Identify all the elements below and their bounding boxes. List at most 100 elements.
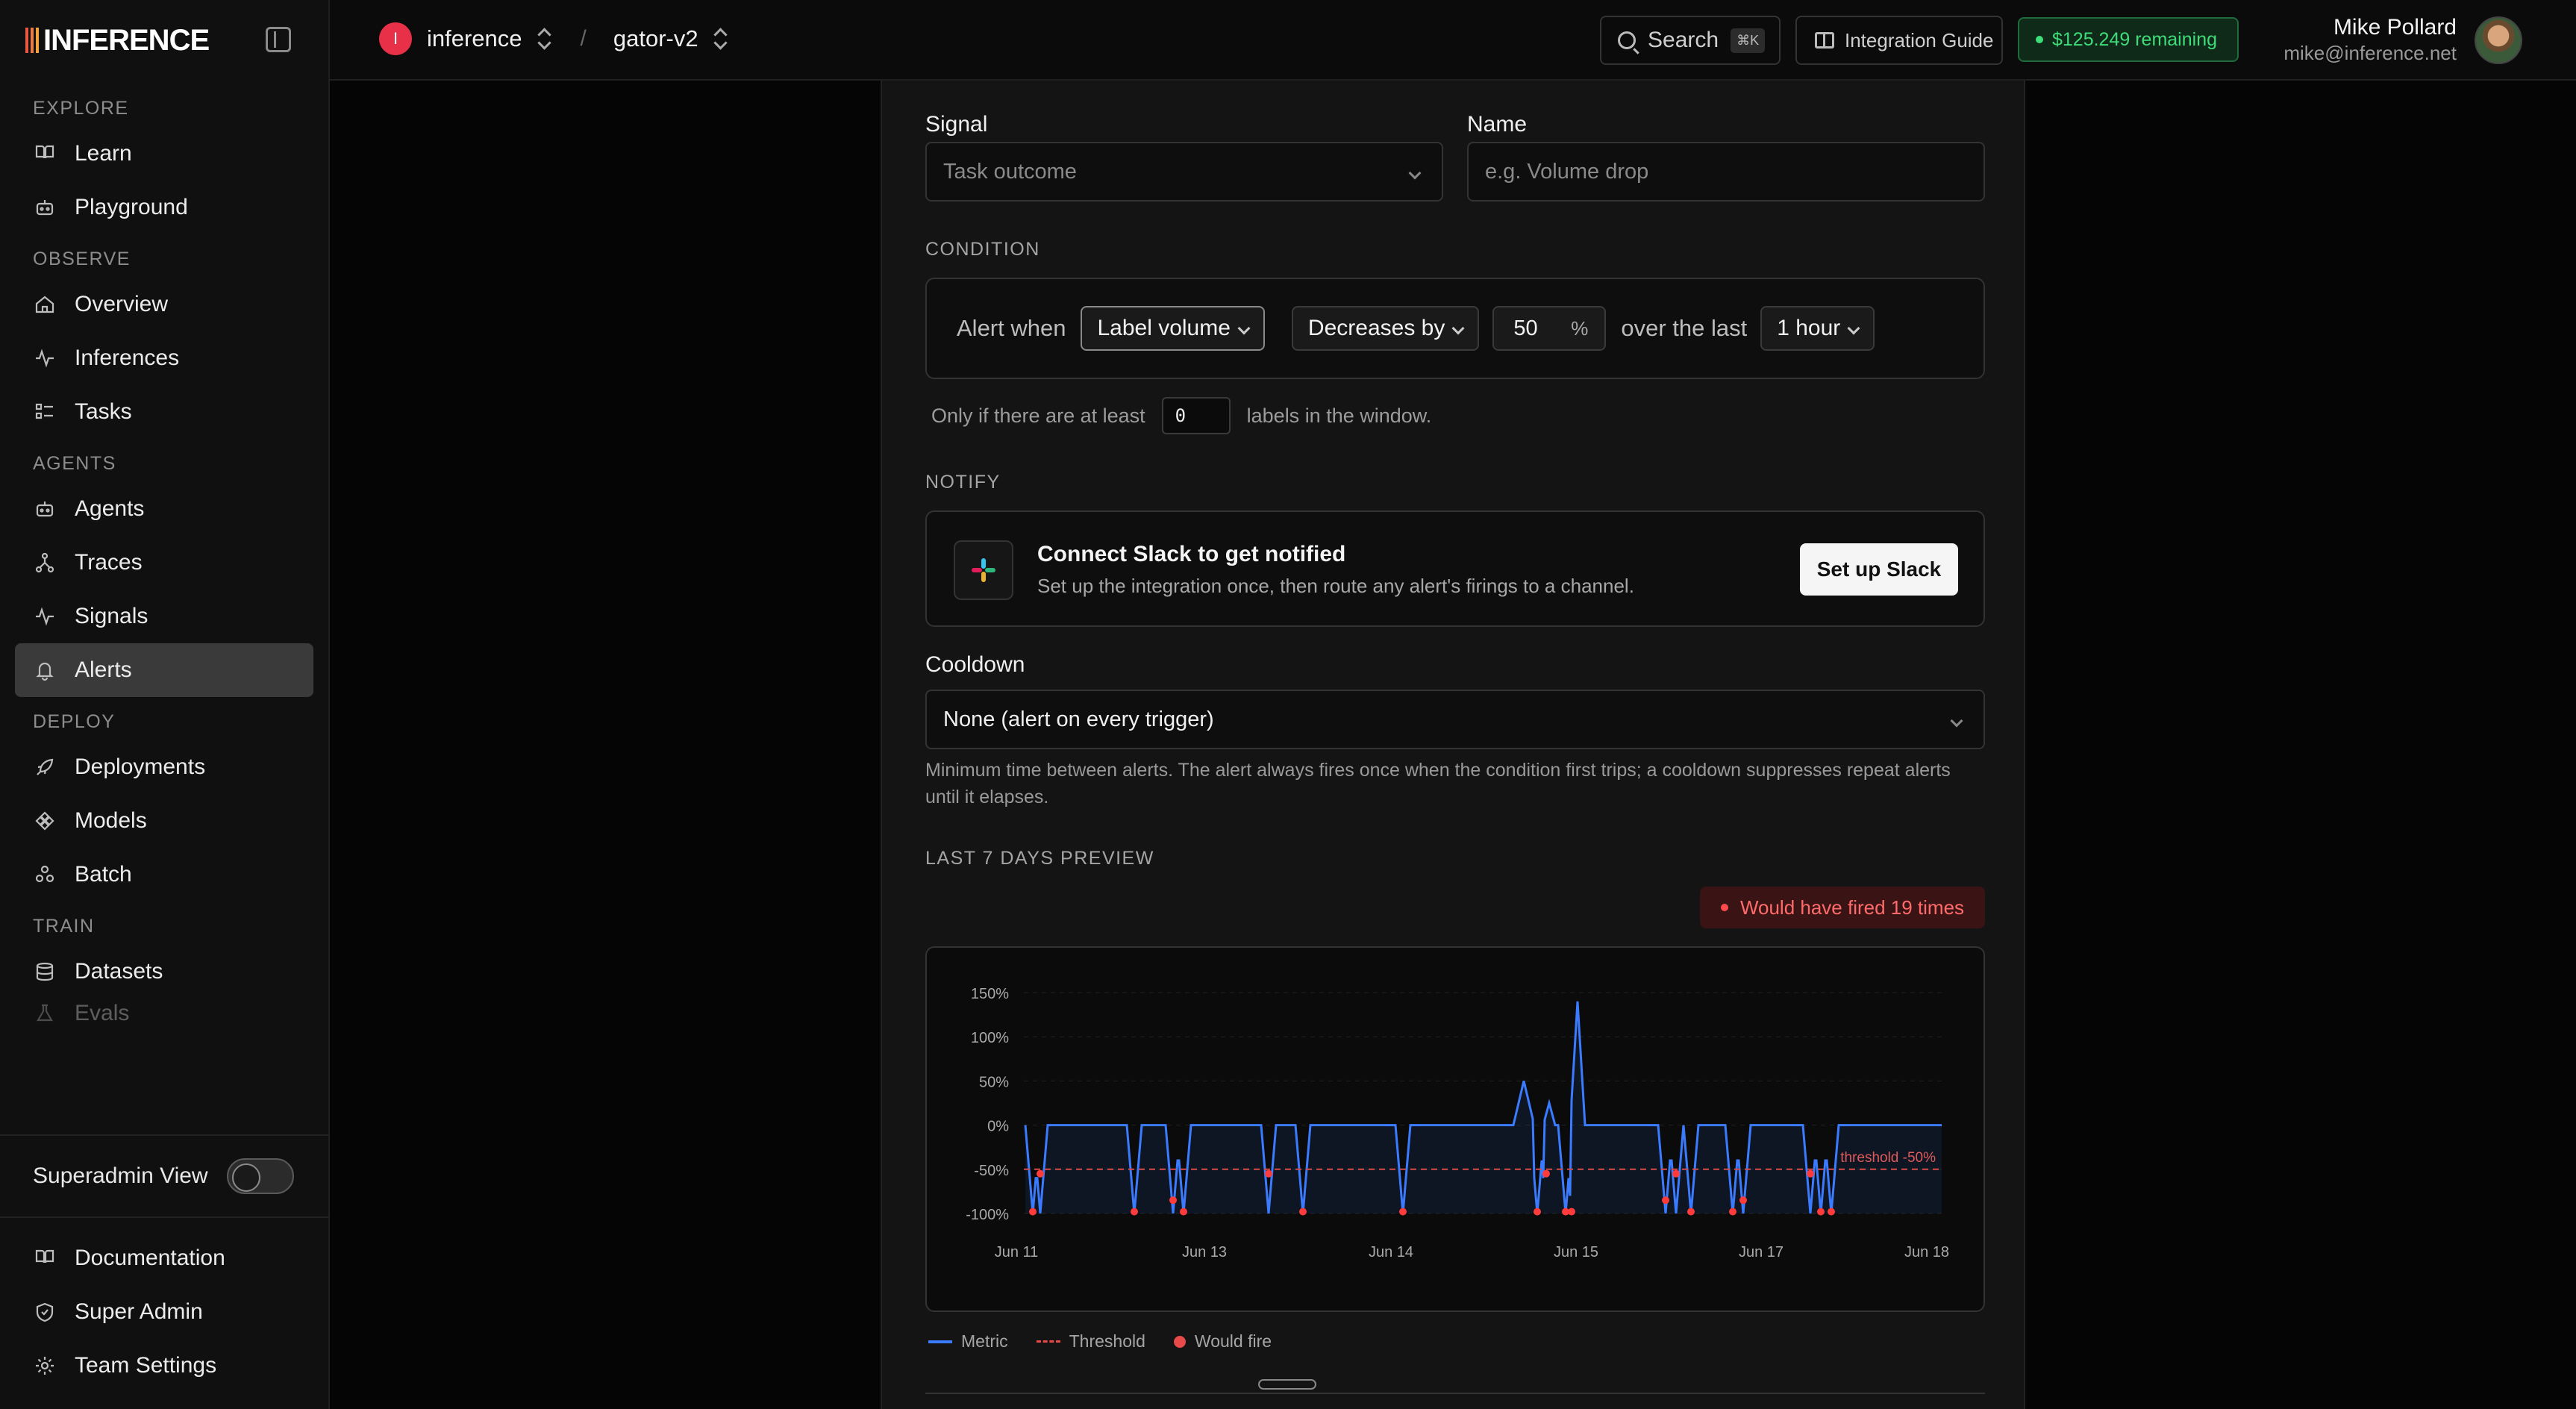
project-name[interactable]: gator-v2 (613, 25, 698, 52)
brand-logo[interactable]: INFERENCE (25, 22, 210, 58)
legend-threshold-label: Threshold (1069, 1331, 1145, 1351)
would-fire-point (1037, 1169, 1044, 1178)
alert-dot-icon (1720, 904, 1728, 911)
cooldown-select[interactable]: None (alert on every trigger) (925, 690, 1985, 749)
sidebar-collapse-icon[interactable] (266, 27, 291, 52)
sidebar-item-deployments[interactable]: Deployments (15, 740, 313, 794)
sidebar-item-agents[interactable]: Agents (15, 482, 313, 536)
org-name[interactable]: inference (427, 25, 522, 52)
sidebar-item-learn[interactable]: Learn (15, 127, 313, 181)
avatar[interactable] (2475, 16, 2522, 64)
legend-dot-icon (1173, 1335, 1186, 1348)
sidebar-item-signals[interactable]: Signals (15, 590, 313, 643)
would-fire-point (1180, 1208, 1187, 1216)
chevron-down-icon (1950, 714, 1963, 728)
sidebar-item-label: Overview (75, 292, 169, 316)
search-button[interactable]: Search ⌘K (1600, 16, 1781, 65)
would-fire-point (1542, 1169, 1550, 1178)
sidebar-item-label: Tasks (75, 399, 132, 424)
sidebar-item-label: Signals (75, 604, 149, 628)
sidebar-item-label: Super Admin (75, 1299, 203, 1324)
legend-would-fire-label: Would fire (1194, 1331, 1272, 1351)
credits-badge[interactable]: $125.249 remaining (2018, 17, 2239, 62)
metric-select[interactable]: Label volume (1081, 306, 1265, 351)
name-input[interactable]: e.g. Volume drop (1467, 142, 1985, 201)
sidebar-item-evals[interactable]: Evals (15, 999, 313, 1028)
name-label: Name (1467, 112, 1528, 137)
sidebar-item-label: Datasets (75, 959, 163, 984)
y-tick-label: 100% (971, 1030, 1009, 1046)
sidebar-item-label: Team Settings (75, 1353, 217, 1378)
sidebar-section-heading: EXPLORE (33, 98, 129, 119)
superadmin-toggle[interactable] (227, 1158, 294, 1194)
integration-guide-button[interactable]: Integration Guide (1795, 16, 2003, 65)
org-avatar: I (379, 22, 412, 55)
would-fire-point (1568, 1208, 1575, 1216)
sidebar-item-label: Models (75, 808, 147, 833)
amount-value: 50 (1513, 316, 1538, 340)
gear-icon (33, 1354, 57, 1378)
sidebar-item-tasks[interactable]: Tasks (15, 385, 313, 439)
credits-dot-icon (2036, 36, 2043, 43)
x-tick-label: Jun 11 (995, 1244, 1039, 1260)
sidebar-item-datasets[interactable]: Datasets (15, 945, 313, 999)
bell-icon (33, 658, 57, 682)
sidebar-item-label: Traces (75, 550, 143, 575)
rocket-icon (33, 755, 57, 779)
sidebar-item-traces[interactable]: Traces (15, 536, 313, 590)
sidebar-bottom-nav: Documentation Super Admin Team Settings (15, 1231, 313, 1393)
direction-select[interactable]: Decreases by (1291, 306, 1480, 351)
user-info: Mike Pollard mike@inference.net (2283, 15, 2457, 65)
direction-select-value: Decreases by (1307, 316, 1445, 340)
notify-heading: NOTIFY (925, 472, 1001, 493)
window-select[interactable]: 1 hour (1760, 306, 1875, 351)
nodes-icon (33, 551, 57, 575)
project-switcher-icon[interactable] (713, 28, 727, 49)
min-labels-row: Only if there are at least 0 labels in t… (931, 397, 1431, 434)
sidebar-item-label: Evals (75, 1001, 130, 1025)
breadcrumb-separator: / (580, 26, 587, 51)
sidebar-item-playground[interactable]: Playground (15, 181, 313, 234)
would-fire-point (1131, 1208, 1138, 1216)
cooldown-help: Minimum time between alerts. The alert a… (925, 760, 1951, 807)
sidebar-item-label: Deployments (75, 755, 206, 779)
sidebar-item-alerts[interactable]: Alerts (15, 643, 313, 697)
sidebar-item-super-admin[interactable]: Super Admin (15, 1285, 313, 1339)
scrollbar-handle[interactable] (1258, 1379, 1316, 1390)
legend-line-icon (928, 1340, 952, 1343)
section-divider (925, 1393, 1985, 1394)
would-fire-point (1828, 1208, 1835, 1216)
diamond-icon (33, 809, 57, 833)
y-tick-label: -50% (974, 1163, 1009, 1179)
slack-title: Connect Slack to get notified (1037, 542, 1346, 566)
preview-chart-svg: 150% 100% 50% 0% -50% -100% Jun 11 Jun 13 Jun 14… (966, 986, 1949, 1260)
search-label: Search (1648, 28, 1719, 52)
amount-input[interactable]: 50 % (1492, 306, 1607, 351)
signal-label: Signal (925, 112, 988, 137)
org-switcher-icon[interactable] (537, 28, 551, 49)
home-icon (33, 293, 57, 316)
x-tick-label: Jun 18 (1904, 1244, 1949, 1260)
sidebar-section-heading: TRAIN (33, 916, 95, 937)
sidebar-item-documentation[interactable]: Documentation (15, 1231, 313, 1285)
y-tick-label: 0% (987, 1119, 1009, 1135)
chevron-down-icon (1408, 166, 1422, 180)
sidebar-item-models[interactable]: Models (15, 794, 313, 848)
sidebar-item-team-settings[interactable]: Team Settings (15, 1339, 313, 1393)
would-fire-point (1265, 1169, 1272, 1178)
setup-slack-button[interactable]: Set up Slack (1800, 543, 1958, 596)
sidebar-item-overview[interactable]: Overview (15, 278, 313, 331)
min-labels-input[interactable]: 0 (1161, 397, 1231, 434)
condition-heading: CONDITION (925, 239, 1040, 260)
sidebar-item-batch[interactable]: Batch (15, 848, 313, 902)
sidebar-item-label: Alerts (75, 657, 132, 682)
signal-select[interactable]: Task outcome (925, 142, 1443, 201)
slack-icon (954, 540, 1013, 600)
alert-form-panel: Signal Task outcome Name e.g. Volume dro… (881, 81, 2025, 1409)
cooldown-select-value: None (alert on every trigger) (943, 707, 1214, 731)
sidebar-section-heading: DEPLOY (33, 711, 116, 732)
sidebar-item-label: Learn (75, 141, 132, 166)
user-name: Mike Pollard (2333, 15, 2457, 40)
sidebar-item-inferences[interactable]: Inferences (15, 331, 313, 385)
condition-box: Alert when Label volume Decreases by 50 … (925, 278, 1985, 379)
